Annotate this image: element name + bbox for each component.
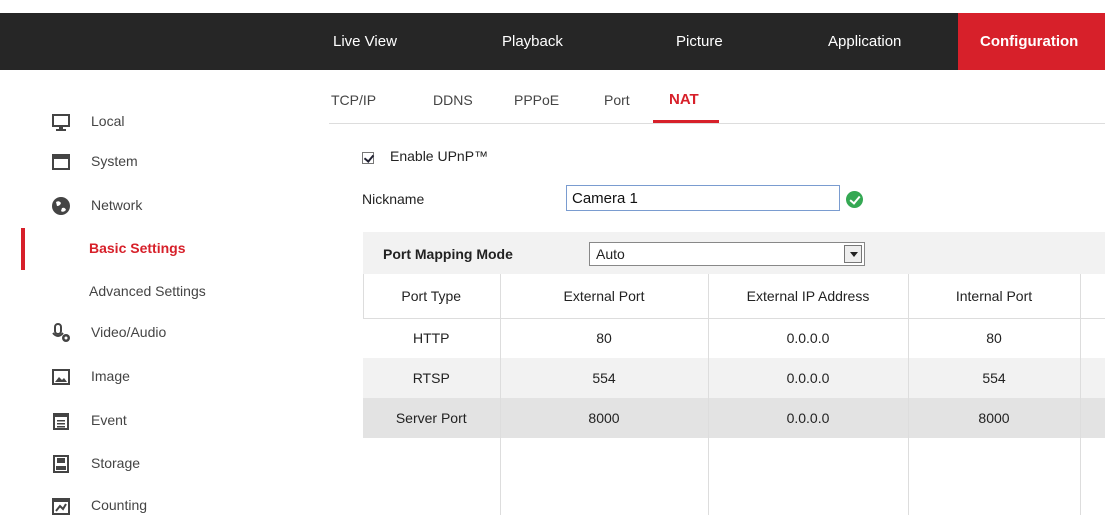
column-header-external-ip: External IP Address: [708, 274, 909, 319]
cell-external-port: 8000: [500, 398, 709, 438]
column-header-port-type: Port Type: [363, 274, 501, 319]
cell-external-ip: 0.0.0.0: [708, 318, 909, 358]
cell-extra: [1080, 358, 1105, 398]
chart-icon: [51, 496, 71, 515]
nickname-label: Nickname: [362, 191, 425, 207]
chevron-down-icon[interactable]: [844, 245, 862, 263]
sidebar: Local System Network Basic Settings Adva…: [0, 81, 300, 515]
image-icon: [51, 367, 71, 387]
cell-external-port: 554: [500, 358, 709, 398]
sidebar-item-video-audio[interactable]: Video/Audio: [0, 312, 300, 354]
nav-application[interactable]: Application: [828, 13, 901, 70]
nav-live-view[interactable]: Live View: [333, 13, 397, 70]
monitor-icon: [51, 112, 71, 132]
sidebar-item-label: Network: [91, 197, 143, 213]
cell-internal-port: 80: [908, 318, 1081, 358]
tab-nat[interactable]: NAT: [669, 91, 699, 121]
port-mapping-mode-label: Port Mapping Mode: [383, 246, 513, 262]
sidebar-item-label: Video/Audio: [91, 324, 167, 340]
sidebar-item-label: Storage: [91, 455, 141, 471]
cell-port-type: Server Port: [363, 398, 501, 438]
sidebar-item-storage[interactable]: Storage: [0, 443, 300, 485]
calendar-icon: [51, 411, 71, 431]
globe-icon: [51, 196, 71, 216]
nav-configuration[interactable]: Configuration: [958, 13, 1105, 70]
window-icon: [51, 152, 71, 172]
cell-extra: [1080, 398, 1105, 438]
sidebar-item-local[interactable]: Local: [0, 101, 300, 143]
column-header-extra: [1080, 274, 1105, 319]
tab-tcp-ip[interactable]: TCP/IP: [331, 92, 376, 122]
sidebar-item-label: Local: [91, 113, 125, 129]
sidebar-item-event[interactable]: Event: [0, 400, 300, 442]
sidebar-item-basic-settings[interactable]: Basic Settings: [0, 228, 300, 270]
cell-external-ip: 0.0.0.0: [708, 358, 909, 398]
enable-upnp-label: Enable UPnP™: [390, 148, 489, 164]
nav-playback[interactable]: Playback: [502, 13, 563, 70]
table-row[interactable]: RTSP 554 0.0.0.0 554: [363, 358, 1105, 398]
nickname-input[interactable]: [566, 185, 840, 211]
selected-indicator: [21, 228, 25, 270]
cell-port-type: HTTP: [363, 318, 501, 358]
table-row[interactable]: HTTP 80 0.0.0.0 80: [363, 318, 1105, 358]
port-mapping-mode-select[interactable]: Auto: [589, 242, 865, 266]
sidebar-item-label: Counting: [91, 497, 148, 513]
cell-port-type: RTSP: [363, 358, 501, 398]
enable-upnp-checkbox[interactable]: [362, 152, 374, 164]
cell-internal-port: 554: [908, 358, 1081, 398]
column-header-external-port: External Port: [500, 274, 709, 319]
disk-icon: [51, 454, 71, 474]
sidebar-item-network[interactable]: Network: [0, 185, 300, 227]
valid-check-icon: [846, 191, 863, 208]
table-empty-row: [363, 438, 1105, 515]
tab-ddns[interactable]: DDNS: [433, 92, 473, 122]
sidebar-item-label: Basic Settings: [89, 240, 186, 256]
cell-internal-port: 8000: [908, 398, 1081, 438]
table-row[interactable]: Server Port 8000 0.0.0.0 8000: [363, 398, 1105, 438]
sidebar-item-label: System: [91, 153, 138, 169]
port-mapping-table: Port Type External Port External IP Addr…: [363, 274, 1105, 515]
network-tabs: TCP/IP DDNS PPPoE Port NAT: [329, 86, 1105, 124]
cell-external-port: 80: [500, 318, 709, 358]
sidebar-item-label: Image: [91, 368, 130, 384]
tab-pppoe[interactable]: PPPoE: [514, 92, 559, 122]
cell-extra: [1080, 318, 1105, 358]
nav-picture[interactable]: Picture: [676, 13, 723, 70]
sidebar-item-counting[interactable]: Counting: [0, 485, 300, 515]
active-tab-underline: [653, 120, 719, 123]
tab-port[interactable]: Port: [604, 92, 630, 122]
sidebar-item-advanced-settings[interactable]: Advanced Settings: [0, 271, 300, 313]
table-header-row: Port Type External Port External IP Addr…: [363, 274, 1105, 319]
cell-external-ip: 0.0.0.0: [708, 398, 909, 438]
port-mapping-mode-value: Auto: [596, 246, 625, 262]
sidebar-item-label: Event: [91, 412, 127, 428]
sidebar-item-system[interactable]: System: [0, 141, 300, 183]
sidebar-item-label: Advanced Settings: [89, 283, 206, 299]
sidebar-item-image[interactable]: Image: [0, 356, 300, 398]
column-header-internal-port: Internal Port: [908, 274, 1081, 319]
mic-icon: [51, 323, 71, 343]
